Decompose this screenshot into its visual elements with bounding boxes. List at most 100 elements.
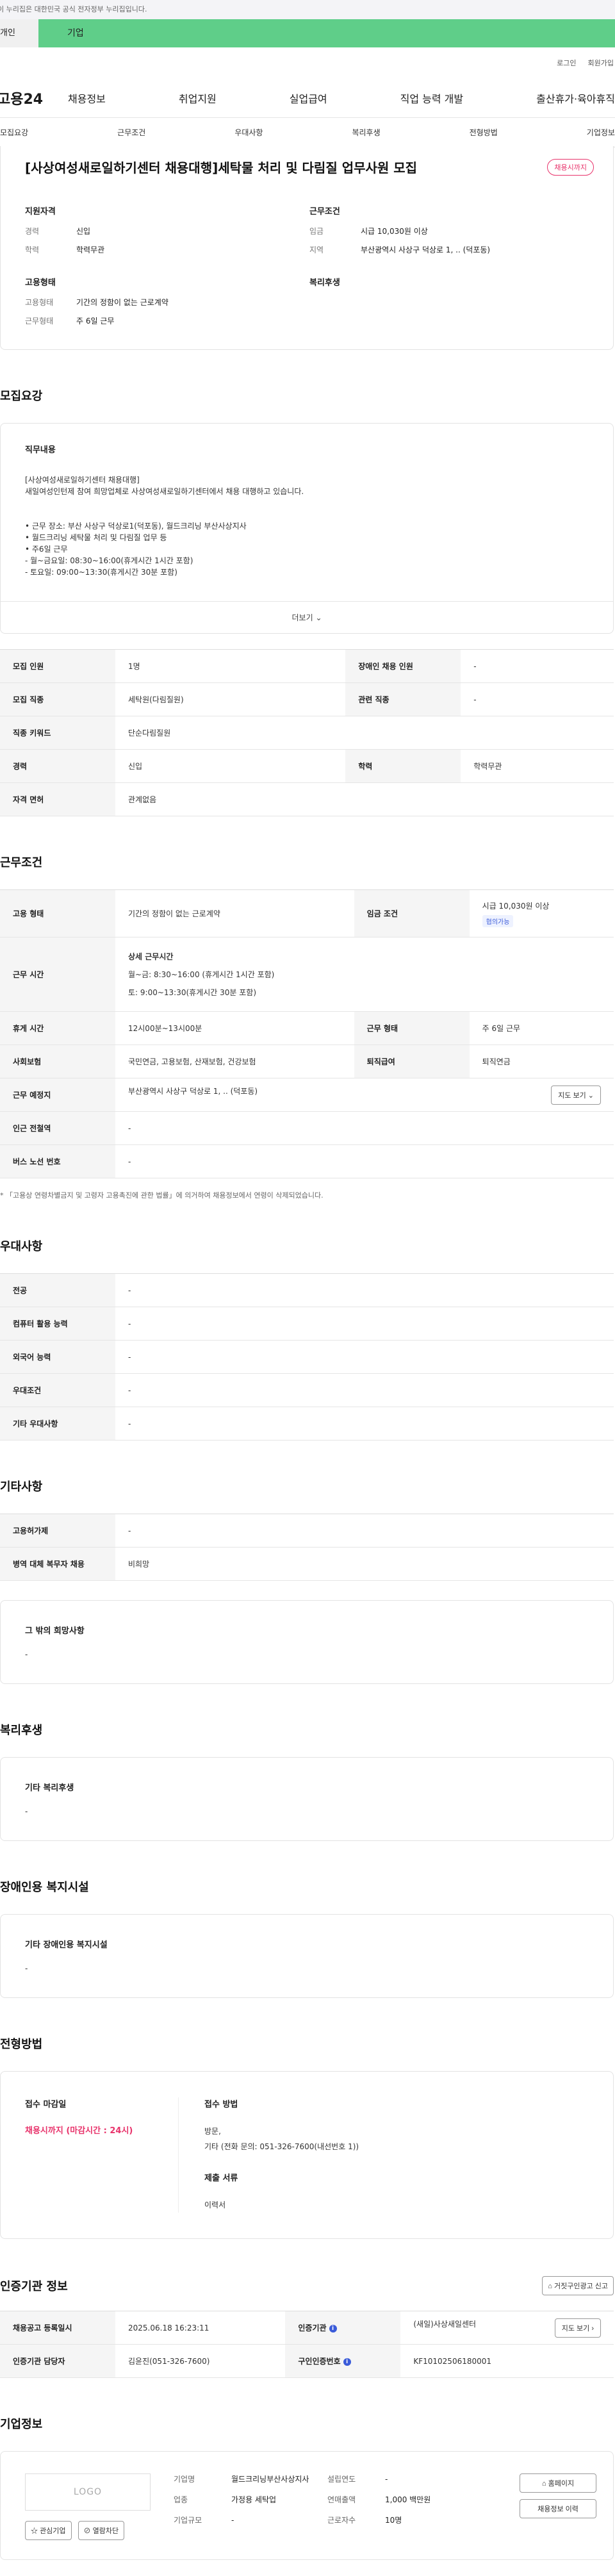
other-wishes-card: 그 밖의 희망사항 -	[0, 1600, 614, 1684]
hours-saturday: 토: 9:00~13:30(휴게시간 30분 포함)	[128, 987, 257, 997]
job-history-button[interactable]: 채용정보 이력	[520, 2499, 596, 2518]
map-button[interactable]: 지도 보기 ⌄	[551, 1085, 601, 1105]
anchor-work[interactable]: 근무조건	[117, 127, 145, 138]
summary-work-form-label: 근무형태	[25, 317, 54, 326]
gnb-item-leave[interactable]: 출산휴가·육아휴직	[536, 90, 615, 106]
join-link[interactable]: 회원가입	[588, 58, 614, 68]
hours-weekday: 월~금: 8:30~16:00 (휴게시간 1시간 포함)	[128, 970, 275, 979]
table-row: 근무 시간 상세 근무시간 월~금: 8:30~16:00 (휴게시간 1시간 포…	[0, 937, 614, 1012]
table-key: 근무 시간	[0, 937, 115, 1012]
table-row: 사회보험 국민연금, 고용보험, 산재보험, 건강보험 퇴직급여 퇴직연금	[0, 1044, 614, 1078]
table-value: -	[461, 682, 614, 716]
table-value: 12시00분~13시00분	[115, 1011, 354, 1045]
favorite-company-button[interactable]: ☆ 관심기업	[25, 2521, 72, 2540]
cert-no-label: 구인인증번호	[298, 2357, 341, 2366]
report-false-ad-button[interactable]: ⌂ 거짓구인광고 신고	[542, 2276, 614, 2295]
summary-employment: 고용형태 고용형태 기간의 정함이 없는 근로계약 근무형태 주 6일 근무	[25, 276, 309, 334]
agency-section-title: 인증기관 정보	[0, 2280, 68, 2293]
table-row: 외국어 능력 -	[0, 1340, 614, 1374]
table-key: 장애인 채용 인원	[345, 649, 461, 683]
recruit-table: 모집 인원 1명 장애인 채용 인원 - 모집 직종 세탁원(다림질원) 관련 직종 -…	[0, 649, 614, 816]
other-wishes-heading: 그 밖의 희망사항	[25, 1626, 85, 1636]
table-key: 고용 형태	[0, 889, 115, 937]
site-logo[interactable]: 고용24	[0, 88, 68, 108]
anchor-welfare[interactable]: 복리후생	[352, 127, 380, 138]
utility-links: 로그인 회원가입	[0, 47, 615, 78]
company-scale-label: 기업규모	[174, 2516, 202, 2525]
table-key: 인증기관 담당자	[0, 2344, 115, 2378]
company-year-label: 설립연도	[327, 2475, 356, 2484]
table-value: 퇴직연금	[469, 1044, 614, 1078]
table-value: 단순다림질원	[115, 716, 614, 750]
table-value: -	[115, 1273, 614, 1307]
table-value: 학력무관	[461, 749, 614, 783]
gnb-item-employment-support[interactable]: 취업지원	[179, 90, 217, 106]
table-key: 채용공고 등록일시	[0, 2311, 115, 2345]
summary-welfare-heading: 복리후생	[309, 278, 340, 288]
summary-edu-label: 학력	[25, 245, 40, 254]
home-icon: ⌂	[548, 2283, 552, 2290]
table-row: 근무 예정지 부산광역시 사상구 덕상로 1, .. (덕포동) 지도 보기 ⌄	[0, 1078, 614, 1112]
agency-map-button[interactable]: 지도 보기 ›	[554, 2318, 601, 2338]
tab-personal[interactable]: 개인	[0, 19, 38, 47]
disabled-card: 기타 장애인용 복지시설 -	[0, 1914, 614, 1998]
company-industry-value: 가정용 세탁업	[231, 2495, 277, 2504]
anchor-tabs: 모집요강 근무조건 우대사항 복리후생 전형방법 기업정보	[0, 118, 615, 147]
more-button[interactable]: 더보기 ⌄	[1, 601, 613, 633]
anchor-recruit[interactable]: 모집요강	[0, 127, 28, 138]
gnb-menu: 채용정보 취업지원 실업급여 직업 능력 개발 출산휴가·육아휴직	[68, 90, 615, 106]
gnb-item-jobs[interactable]: 채용정보	[68, 90, 106, 106]
map-button-label: 지도 보기	[558, 1091, 586, 1100]
disabled-section-title: 장애인용 복지시설	[0, 1881, 89, 1894]
table-value: -	[115, 1373, 614, 1407]
table-value: -	[115, 1340, 614, 1374]
apply-card: 접수 마감일 채용시까지 (마감시간 : 24시) 접수 방법 방문, 기타 (…	[0, 2071, 614, 2239]
gnb-item-training[interactable]: 직업 능력 개발	[400, 90, 464, 106]
summary-emp-type-value: 기간의 정함이 없는 근로계약	[76, 298, 168, 307]
recruit-section-title: 모집요강	[0, 390, 43, 403]
chevron-down-icon: ⌄	[315, 613, 322, 622]
anchor-company[interactable]: 기업정보	[587, 127, 615, 138]
job-title: [사상여성새로일하기센터 채용대행]세탁물 처리 및 다림질 업무사원 모집	[25, 160, 418, 176]
table-value: -	[115, 1144, 614, 1178]
table-key: 사회보험	[0, 1044, 115, 1078]
work-place-value: 부산광역시 사상구 덕상로 1, .. (덕포동)	[128, 1086, 258, 1096]
table-key: 고용허가제	[0, 1514, 115, 1548]
duty-text: [사상여성새로일하기센터 채용대행] 새일여성인턴제 참여 희망업체로 사상여성…	[25, 475, 304, 577]
more-label: 더보기	[291, 613, 313, 622]
summary-emp-heading: 고용형태	[25, 278, 56, 288]
method-line-2: 기타 (전화 문의: 051-326-7600(내선번호 1))	[204, 2142, 359, 2151]
info-icon[interactable]: i	[329, 2324, 337, 2332]
company-year-value: -	[385, 2475, 388, 2484]
docs-value: 이력서	[204, 2200, 226, 2209]
table-row: 우대조건 -	[0, 1373, 614, 1407]
table-key: 근무 형태	[354, 1011, 470, 1045]
summary-welfare: 복리후생	[309, 276, 594, 334]
table-value: KF10102506180001	[400, 2344, 614, 2378]
deadline-heading: 접수 마감일	[25, 2100, 67, 2110]
table-row: 직종 키워드 단순다림질원	[0, 716, 614, 750]
summary-career-label: 경력	[25, 227, 40, 236]
summary-wage-label: 임금	[309, 227, 324, 236]
table-row: 모집 인원 1명 장애인 채용 인원 -	[0, 649, 614, 683]
table-value: -	[115, 1514, 614, 1548]
info-icon[interactable]: i	[343, 2357, 351, 2366]
anchor-pref[interactable]: 우대사항	[234, 127, 263, 138]
tab-company[interactable]: 기업	[38, 19, 615, 47]
homepage-label: 홈페이지	[548, 2480, 575, 2488]
table-key: 직종 키워드	[0, 716, 115, 750]
table-row: 자격 면허 관계없음	[0, 782, 614, 816]
agency-map-label: 지도 보기	[561, 2324, 590, 2332]
block-view-button[interactable]: ⊘ 열람차단	[78, 2521, 125, 2540]
favorite-label: 관심기업	[40, 2527, 66, 2535]
block-label: 열람차단	[92, 2527, 119, 2535]
homepage-button[interactable]: ⌂ 홈페이지	[520, 2473, 596, 2493]
anchor-apply[interactable]: 전형방법	[470, 127, 498, 138]
gnb-item-unemployment-benefit[interactable]: 실업급여	[290, 90, 327, 106]
table-key: 기타 우대사항	[0, 1407, 115, 1441]
method-line-1: 방문,	[204, 2127, 221, 2136]
company-staff-label: 근로자수	[327, 2516, 356, 2525]
login-link[interactable]: 로그인	[557, 58, 576, 68]
deadline-badge: 채용시까지	[547, 158, 594, 176]
table-value: 관계없음	[115, 782, 614, 816]
